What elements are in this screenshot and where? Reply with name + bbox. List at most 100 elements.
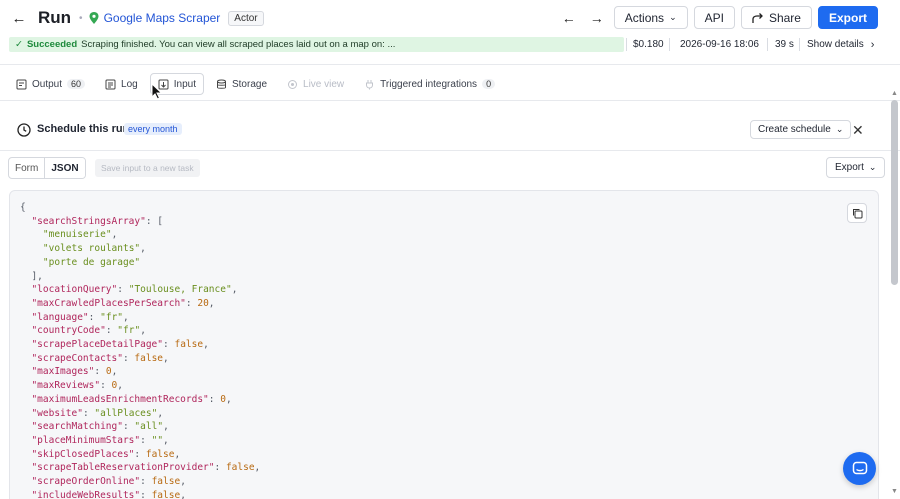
map-pin-icon (89, 12, 99, 24)
schedule-frequency-badge: every month (124, 123, 182, 135)
run-duration: 39 s (775, 39, 794, 50)
integrations-count: 0 (482, 79, 496, 89)
tab-log-label: Log (121, 78, 138, 90)
tab-storage-label: Storage (231, 78, 268, 90)
output-count: 60 (67, 79, 86, 89)
json-editor[interactable]: { "searchStringsArray": [ "menuiserie", … (9, 190, 879, 499)
check-icon: ✓ (15, 39, 23, 50)
json-value: 0 (105, 366, 112, 378)
json-value: "porte de garage" (42, 256, 141, 268)
json-code: { "searchStringsArray": [ "menuiserie", … (20, 202, 261, 499)
save-input-button[interactable]: Save input to a new task (95, 159, 200, 177)
tab-input-label: Input (173, 78, 196, 90)
json-value: false (174, 339, 204, 351)
actions-button[interactable]: Actions ⌄ (613, 6, 688, 29)
input-export-label: Export (835, 162, 864, 173)
tab-storage[interactable]: Storage (208, 73, 275, 95)
run-cost: $0.180 (633, 39, 664, 50)
json-value: "fr" (100, 311, 124, 323)
integrations-icon (366, 79, 374, 89)
export-button[interactable]: Export (817, 6, 878, 29)
json-value: 20 (197, 297, 209, 309)
tab-live-view[interactable]: Live view (279, 73, 352, 95)
create-schedule-label: Create schedule (758, 124, 831, 135)
json-value: false (134, 352, 164, 364)
share-button[interactable]: Share (740, 6, 812, 29)
show-details-link[interactable]: Show details › (807, 37, 874, 52)
status-state: Succeeded (26, 39, 78, 50)
form-toggle[interactable]: Form (9, 158, 44, 178)
output-icon (16, 79, 27, 89)
tab-live-view-label: Live view (303, 78, 345, 90)
close-icon[interactable]: ✕ (852, 122, 864, 139)
json-value: "" (151, 434, 164, 446)
scroll-up-icon[interactable]: ▲ (891, 90, 898, 97)
actions-label: Actions (624, 10, 665, 25)
tab-output[interactable]: Output 60 (8, 73, 93, 95)
divider (669, 38, 670, 51)
schedule-banner: Schedule this run every month Create sch… (0, 118, 893, 142)
share-icon (752, 12, 763, 23)
json-value: 0 (220, 393, 226, 405)
input-export-button[interactable]: Export ⌄ (826, 157, 886, 178)
chevron-down-icon: ⌄ (669, 12, 677, 22)
actor-link[interactable]: Google Maps Scraper (104, 11, 221, 25)
copy-icon (852, 208, 862, 218)
clock-icon (17, 123, 31, 137)
run-datetime: 2026-09-16 18:06 (680, 39, 759, 50)
json-value: false (151, 476, 181, 488)
tabs-divider (0, 100, 900, 101)
json-value: "Toulouse, France" (128, 284, 232, 296)
title-separator: • (79, 12, 83, 24)
create-schedule-button[interactable]: Create schedule ⌄ (750, 120, 852, 139)
next-run-icon[interactable]: → (586, 7, 608, 29)
status-message: Scraping finished. You can view all scra… (81, 39, 396, 50)
json-toggle[interactable]: JSON (44, 158, 85, 178)
header-divider (0, 64, 900, 65)
tab-log[interactable]: Log (97, 73, 146, 95)
status-banner: ✓ Succeeded Scraping finished. You can v… (9, 37, 624, 52)
previous-run-icon[interactable]: ← (558, 7, 580, 29)
chevron-down-icon: ⌄ (868, 162, 877, 172)
chat-icon (852, 461, 867, 474)
json-value: "all" (134, 421, 164, 433)
page-title: Run (38, 8, 72, 27)
json-value: "fr" (117, 325, 141, 337)
json-value: "menuiserie" (42, 229, 112, 241)
input-mode-toggle: Form JSON (8, 157, 86, 179)
scroll-down-icon[interactable]: ▼ (891, 488, 898, 495)
json-value: false (151, 489, 181, 499)
tab-triggered-integrations[interactable]: Triggered integrations 0 (356, 73, 503, 95)
back-arrow-icon[interactable]: ← (10, 9, 28, 27)
divider (767, 38, 768, 51)
chevron-down-icon: ⌄ (835, 124, 844, 134)
chat-support-button[interactable] (843, 452, 876, 485)
mouse-cursor-icon (151, 83, 163, 100)
json-value: "volets roulants" (42, 243, 141, 255)
api-label: API (704, 10, 724, 25)
live-view-icon (288, 79, 298, 89)
page-scrollbar[interactable] (891, 100, 898, 285)
json-value: false (145, 448, 175, 460)
top-bar: ← Run • Google Maps Scraper Actor ← → Ac… (0, 0, 900, 36)
export-label: Export (828, 10, 867, 25)
show-details-label: Show details (807, 39, 864, 50)
divider (626, 38, 627, 51)
actor-badge: Actor (228, 10, 264, 26)
log-icon (105, 79, 116, 89)
tab-output-label: Output (32, 78, 63, 90)
copy-button[interactable] (847, 203, 867, 223)
api-button[interactable]: API (693, 6, 735, 29)
json-value: 0 (111, 380, 118, 392)
tab-triggered-integrations-label: Triggered integrations (380, 78, 478, 90)
schedule-divider (0, 150, 900, 151)
json-value: "allPlaces" (94, 407, 158, 419)
divider (799, 38, 800, 51)
json-value: false (225, 462, 255, 474)
schedule-title: Schedule this run (37, 123, 130, 135)
database-icon (216, 79, 226, 89)
share-label: Share (768, 10, 801, 25)
status-row: ✓ Succeeded Scraping finished. You can v… (0, 37, 900, 52)
chevron-right-icon: › (870, 38, 875, 51)
run-tabs: Output 60 Log Input Storage Live view Tr… (8, 72, 503, 96)
